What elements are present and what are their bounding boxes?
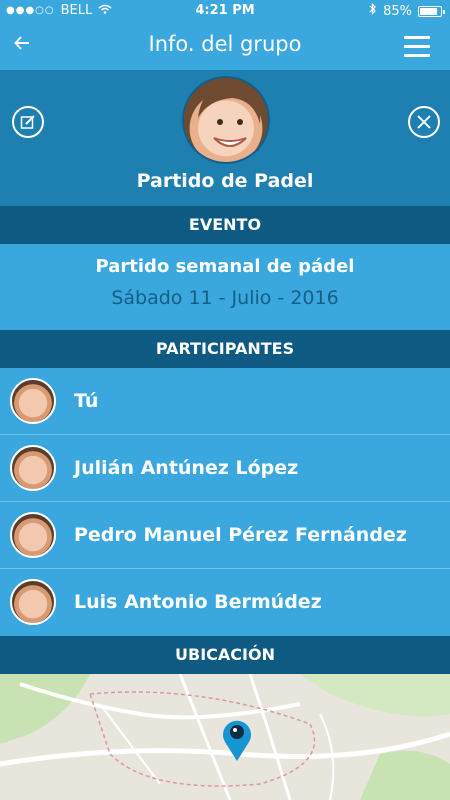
section-header-event: EVENTO bbox=[0, 206, 450, 244]
menu-button[interactable] bbox=[404, 36, 430, 63]
close-button[interactable] bbox=[408, 106, 440, 138]
event-name: Partido semanal de pádel bbox=[95, 256, 355, 277]
edit-button[interactable] bbox=[12, 106, 44, 138]
event-date: Sábado 11 - Julio - 2016 bbox=[111, 287, 339, 309]
participant-name: Luis Antonio Bermúdez bbox=[74, 591, 322, 613]
bluetooth-icon bbox=[369, 3, 377, 19]
participant-name: Tú bbox=[74, 390, 99, 412]
edit-icon bbox=[20, 115, 35, 129]
system-indicators: 85% bbox=[369, 3, 445, 19]
group-avatar bbox=[182, 76, 270, 164]
avatar bbox=[10, 378, 56, 424]
location-map[interactable] bbox=[0, 674, 450, 800]
participant-item[interactable]: Pedro Manuel Pérez Fernández bbox=[0, 502, 450, 569]
group-name: Partido de Padel bbox=[136, 170, 314, 192]
participant-item[interactable]: Julián Antúnez López bbox=[0, 435, 450, 502]
participant-item[interactable]: Luis Antonio Bermúdez bbox=[0, 569, 450, 636]
battery-level bbox=[420, 7, 437, 15]
participant-name: Pedro Manuel Pérez Fernández bbox=[74, 524, 407, 546]
battery-percentage: 85% bbox=[383, 3, 412, 19]
close-icon bbox=[417, 115, 431, 129]
hamburger-line bbox=[404, 54, 430, 57]
map-pin-icon[interactable] bbox=[220, 714, 254, 762]
section-header-participants: PARTICIPANTES bbox=[0, 330, 450, 368]
group-header: Partido de Padel bbox=[0, 70, 450, 206]
participant-item[interactable]: Tú bbox=[0, 368, 450, 435]
navigation-bar: Info. del grupo bbox=[0, 22, 450, 70]
section-header-location: UBICACIÓN bbox=[0, 636, 450, 674]
event-info: Partido semanal de pádel Sábado 11 - Jul… bbox=[0, 244, 450, 330]
status-bar: ●●●○○ BELL 4:21 PM 85% bbox=[0, 0, 450, 22]
smiling-woman-portrait bbox=[198, 85, 261, 147]
avatar bbox=[10, 445, 56, 491]
participant-list: Tú Julián Antúnez López Pedro Manuel Pér… bbox=[0, 368, 450, 636]
participant-name: Julián Antúnez López bbox=[74, 457, 299, 479]
avatar bbox=[10, 579, 56, 625]
battery-icon bbox=[418, 5, 445, 17]
page-title: Info. del grupo bbox=[148, 32, 302, 56]
hamburger-line bbox=[404, 45, 430, 48]
hamburger-icon bbox=[404, 36, 430, 39]
avatar bbox=[10, 512, 56, 558]
